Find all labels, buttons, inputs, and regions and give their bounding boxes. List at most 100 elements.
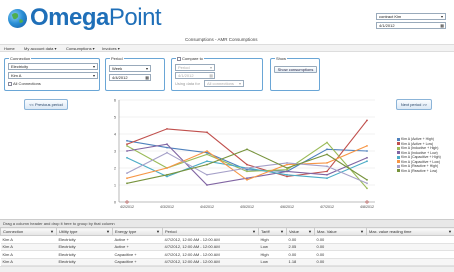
y-tick-label: 0 — [114, 200, 116, 204]
contract-select[interactable]: contract Kim ▾ — [376, 13, 446, 20]
column-header-label: Energy type — [115, 229, 137, 234]
filter-icon[interactable]: ▼ — [156, 229, 160, 234]
calendar-icon[interactable]: ▦ — [145, 75, 149, 80]
data-point — [126, 172, 128, 174]
menu-item-my-account-data[interactable]: My account data ▾ — [24, 46, 56, 51]
utility-select[interactable]: Electricity ▾ — [8, 63, 98, 70]
data-point — [126, 150, 128, 152]
column-header[interactable]: Utility type ▼ — [56, 227, 113, 236]
compare-period-select[interactable]: Period ▾ — [175, 64, 215, 71]
contract-select-value: contract Kim — [379, 14, 402, 19]
column-header[interactable]: Value ▼ — [286, 227, 315, 236]
calendar-icon[interactable]: ▦ — [209, 73, 213, 78]
legend-item[interactable]: Kim A (Capacitive + High) — [397, 155, 441, 159]
legend-item[interactable]: Kim A (Reactive + High) — [397, 164, 438, 168]
meter-select[interactable]: Kim A ▾ — [8, 72, 98, 79]
table-row[interactable]: Kim A Electricity Capacitive +4/7/2012, 12… — [0, 258, 454, 266]
chevron-down-icon: ▾ — [209, 65, 212, 70]
previous-period-button[interactable]: << Previous period — [24, 99, 68, 110]
compare-date-value: 4/1/2012 — [178, 73, 194, 78]
legend-item[interactable]: Kim A (Inductive + Low) — [397, 151, 438, 155]
data-point — [326, 173, 328, 176]
chevron-down-icon: ▾ — [92, 64, 95, 69]
legend-swatch — [397, 155, 400, 159]
legend-item[interactable]: Kim A (Active + Low) — [397, 142, 433, 146]
compare-date-input[interactable]: 4/1/2012 ▦ — [175, 72, 215, 79]
legend-item[interactable]: Kim A (Reactive + Low) — [397, 169, 437, 173]
table-row[interactable]: Kim A Electricity Active +4/7/2012, 12:00 … — [0, 243, 454, 251]
filter-icon[interactable]: ▼ — [106, 229, 110, 234]
legend-label: Kim A (Capacitive + High) — [401, 155, 441, 159]
table-row[interactable]: Kim A Electricity Active +4/7/2012, 12:00 … — [0, 235, 454, 244]
column-header-label: Max. Value — [317, 229, 337, 234]
table-cell: Low — [258, 243, 287, 251]
column-header-label: Connection — [3, 229, 24, 234]
compare-using-select[interactable]: All connections ▾ — [204, 80, 244, 87]
data-point — [366, 182, 368, 185]
horizontal-scrollbar[interactable] — [0, 266, 454, 272]
column-header[interactable]: Max. value reading time ▼ — [366, 227, 454, 236]
menu-item-invoices[interactable]: Invoices ▾ — [102, 46, 120, 51]
period-panel-title: Period — [110, 56, 124, 61]
legend-label: Kim A (Reactive + High) — [401, 164, 439, 168]
data-point — [286, 173, 288, 176]
table-cell: Electricity — [56, 258, 113, 266]
filter-icon[interactable]: ▼ — [50, 229, 54, 234]
compare-using-row: Using data for — [175, 81, 200, 86]
column-header[interactable]: Max. Value ▼ — [314, 227, 367, 236]
period-date-input[interactable]: 4/4/2012 ▦ — [109, 74, 151, 81]
table-cell: 2.05 — [286, 243, 315, 251]
data-point — [126, 143, 128, 146]
menu-item-home[interactable]: Home — [4, 46, 15, 51]
legend-item[interactable]: Kim A (Inductive + High) — [397, 146, 438, 150]
filter-icon[interactable]: ▼ — [360, 229, 364, 234]
table-cell: Kim A — [0, 235, 57, 244]
column-header[interactable]: Tariff ▼ — [258, 227, 287, 236]
data-point — [126, 177, 128, 180]
y-tick-label: 3 — [114, 149, 116, 153]
table-row[interactable]: Kim A Electricity Capacitive +4/7/2012, 12… — [0, 250, 454, 259]
data-point — [206, 173, 208, 176]
consumption-table: Connection ▼ Utility type ▼ Energy type ▼ Peri… — [0, 227, 454, 266]
next-period-button[interactable]: Next period >> — [396, 99, 432, 110]
top-date-value: 4/1/2012 — [379, 23, 395, 28]
table-cell: Active + — [112, 243, 163, 251]
legend-swatch — [397, 164, 400, 168]
calendar-icon[interactable]: ▦ — [440, 23, 444, 28]
x-tick-label: 4/7/2012 — [320, 205, 334, 209]
filter-icon[interactable]: ▼ — [448, 229, 452, 234]
all-connections-checkbox[interactable] — [8, 81, 12, 86]
filter-icon[interactable]: ▼ — [308, 229, 312, 234]
all-connections-label: All Connections — [13, 81, 41, 86]
menu-item-consumptions[interactable]: Consumptions ▾ — [66, 46, 95, 51]
data-point — [206, 160, 208, 163]
table-cell: Low — [258, 258, 287, 266]
data-point — [286, 162, 288, 164]
legend-item[interactable]: Kim A (Capacitive + Low) — [397, 160, 440, 164]
logo-text-light: Point — [108, 4, 162, 31]
app-logo: OmegaPoint — [30, 4, 162, 31]
x-tick-label: 4/2/2012 — [120, 205, 134, 209]
filter-icon[interactable]: ▼ — [252, 229, 256, 234]
top-date-input[interactable]: 4/1/2012 ▦ — [376, 22, 446, 29]
filter-icon[interactable]: ▼ — [280, 229, 284, 234]
column-header[interactable]: Period ▼ — [162, 227, 259, 236]
consumption-chart: 0 1 2 3 4 5 6 4/2/2012 4/3/2012 4/4/2012 4/5/2012 4… — [114, 98, 375, 209]
all-connections-option[interactable]: All Connections — [8, 81, 41, 86]
data-point — [286, 163, 288, 166]
column-header[interactable]: Connection ▼ — [0, 227, 57, 236]
data-point — [366, 150, 368, 152]
show-consumptions-button[interactable]: Show consumptions — [274, 66, 317, 73]
period-granularity-select[interactable]: Week ▾ — [109, 65, 151, 72]
data-point — [366, 179, 368, 181]
table-cell: 4/7/2012, 12:00 AM - 12:00 AM — [162, 250, 259, 259]
legend-item[interactable]: Kim A (Active + High) — [397, 137, 434, 141]
column-header[interactable]: Energy type ▼ — [112, 227, 163, 236]
y-tick-label: 2 — [114, 166, 116, 170]
compare-checkbox[interactable] — [177, 56, 181, 61]
table-cell: 4/7/2012, 12:00 AM - 12:00 AM — [162, 243, 259, 251]
data-point — [246, 170, 248, 173]
compare-period-value: Period — [178, 65, 190, 70]
data-point — [126, 139, 128, 142]
data-point — [166, 167, 168, 169]
